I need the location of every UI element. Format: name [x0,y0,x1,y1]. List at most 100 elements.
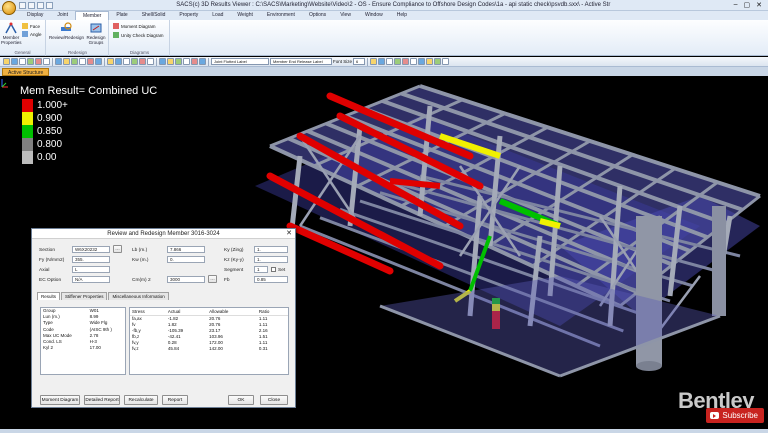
toolbar-button-13[interactable] [115,58,122,65]
print-icon[interactable] [46,1,53,9]
toolbar-button-14[interactable] [123,58,130,65]
toolbar-button-9[interactable] [79,58,86,65]
tab-results[interactable]: Results [37,292,61,300]
toolbar-button-10[interactable] [87,58,94,65]
face-button[interactable]: Face [22,23,40,29]
ribbon-tab-shell-solid[interactable]: Shell/Solid [135,11,173,20]
subscribe-button[interactable]: Subscribe [706,408,764,423]
toolbar-button-25[interactable] [378,58,386,65]
toolbar-button-18[interactable] [159,58,166,65]
toolbar-button-6[interactable] [55,58,62,65]
ribbon-tab-weight[interactable]: Weight [230,11,259,20]
detailed-report-button[interactable]: Detailed Report [84,395,120,405]
kz-field[interactable]: 1. [254,256,288,263]
fy-field[interactable]: 355. [72,256,110,263]
moment-diagram-button[interactable]: Moment Diagram [113,23,156,29]
report-button[interactable]: Report [162,395,188,405]
doc-tab-active-structure[interactable]: Active Structure [2,68,50,76]
ky-label: Ky (Zing) [224,248,244,253]
font-size-dropdown[interactable]: 6 [353,58,366,65]
redesign-groups-button[interactable]: Redesign Groups [85,22,107,45]
minimize-button[interactable]: – [734,1,738,9]
set-checkbox[interactable] [271,267,276,272]
member-properties-button[interactable]: Member Properties [1,22,22,45]
toolbar-button-31[interactable] [426,58,434,65]
toolbar-button-15[interactable] [131,58,138,65]
toolbar-button-19[interactable] [167,58,174,65]
stress-column-header[interactable]: Allowable [207,308,257,316]
toolbar-button-7[interactable] [63,58,70,65]
axial-label: Axial [39,268,50,273]
toolbar-button-26[interactable] [386,58,394,65]
toolbar-button-21[interactable] [183,58,190,65]
recalculate-button[interactable]: Recalculate [124,395,158,405]
stress-column-header[interactable]: Stress [130,308,166,316]
save-icon[interactable] [37,1,44,9]
ky-field[interactable]: 1. [254,246,288,253]
ribbon-tab-plate[interactable]: Plate [109,11,134,20]
toolbar-button-29[interactable] [410,58,418,65]
section-field[interactable]: W6X20232 [72,246,110,253]
review-redesign-button[interactable]: Review/Redesign [49,22,84,40]
ribbon-tab-environment[interactable]: Environment [260,11,302,20]
toolbar-button-3[interactable] [27,58,34,65]
toolbar-button-5[interactable] [43,58,50,65]
toolbar-button-0[interactable] [3,58,10,65]
toolbar-button-23[interactable] [199,58,206,65]
toolbar-button-1[interactable] [11,58,18,65]
toolbar-button-16[interactable] [139,58,146,65]
toolbar-button-11[interactable] [95,58,102,65]
stress-column-header[interactable]: Ratio [256,308,288,316]
kw-field[interactable]: 0. [167,256,205,263]
dialog-close-icon[interactable]: ✕ [286,229,292,239]
toolbar-button-2[interactable] [19,58,26,65]
moment-diagram-dialog-button[interactable]: Moment Diagram [40,395,80,405]
segment-select[interactable]: 1 [254,266,268,273]
unity-check-diagram-button[interactable]: Unity Check Diagram [113,32,164,38]
toolbar-button-8[interactable] [71,58,78,65]
toolbar-button-30[interactable] [418,58,426,65]
ribbon-tab-options[interactable]: Options [302,11,333,20]
cm-field[interactable]: 3000 [167,276,205,283]
toolbar-button-20[interactable] [175,58,182,65]
tab-stiffener-properties[interactable]: Stiffener Properties [61,292,108,300]
maximize-button[interactable]: ▢ [744,1,751,9]
axial-field[interactable]: L [72,266,110,273]
toolbar-button-27[interactable] [394,58,402,65]
ribbon-tab-help[interactable]: Help [390,11,414,20]
application-menu-button[interactable] [2,1,16,15]
open-icon[interactable] [28,1,35,9]
close-dialog-button[interactable]: Close [260,395,288,405]
ribbon-tab-display[interactable]: Display [20,11,50,20]
lb-field[interactable]: 7.866 [167,246,205,253]
toolbar-button-12[interactable] [107,58,114,65]
summary-table: Group W01 Lun (m.) 8.99 Type Wide Flg Code (AIS… [41,308,125,351]
tab-miscellaneous-information[interactable]: Miscellaneous Information [108,292,169,300]
toolbar-button-33[interactable] [442,58,450,65]
stress-column-header[interactable]: Actual [165,308,208,316]
toolbar-button-28[interactable] [402,58,410,65]
ribbon-tab-window[interactable]: Window [358,11,390,20]
toolbar-button-4[interactable] [35,58,42,65]
ec-option-select[interactable]: N/A [72,276,110,283]
new-icon[interactable] [19,1,26,9]
angle-button[interactable]: Angle [22,31,42,37]
cm-browse-button[interactable]: … [208,275,217,283]
ribbon-tab-property[interactable]: Property [172,11,205,20]
close-button[interactable]: ✕ [756,1,762,9]
member-label-dropdown[interactable]: Member End Release Label [270,58,332,65]
joint-label-dropdown[interactable]: Joint Flotted Label [211,58,269,65]
ribbon-tab-member[interactable]: Member [74,11,110,20]
toolbar-button-17[interactable] [147,58,154,65]
ribbon-tab-view[interactable]: View [333,11,358,20]
toolbar-button-22[interactable] [191,58,198,65]
ok-button[interactable]: OK [228,395,254,405]
ribbon-tab-load[interactable]: Load [205,11,230,20]
fb-field[interactable]: 0.85 [254,276,288,283]
ribbon-tab-joint[interactable]: Joint [50,11,75,20]
toolbar-button-32[interactable] [434,58,442,65]
toolbar-separator [208,57,209,66]
section-browse-button[interactable]: … [113,245,122,253]
stress-row[interactable]: fv,z 45.84 142.00 0.31 [130,346,288,352]
toolbar-button-24[interactable] [370,58,378,65]
